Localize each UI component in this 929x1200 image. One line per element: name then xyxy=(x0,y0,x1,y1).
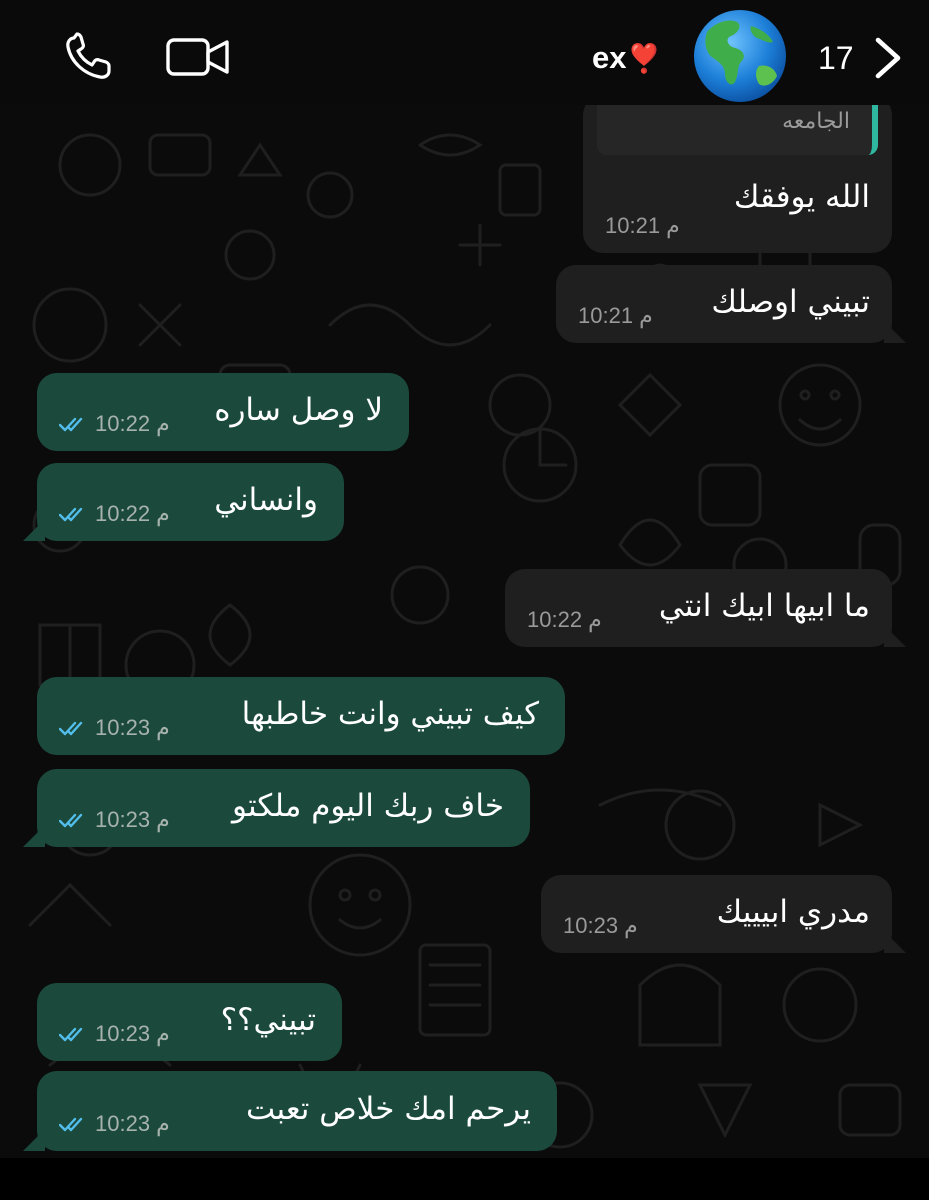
message-time: 10:22 م xyxy=(59,501,170,527)
double-check-icon xyxy=(59,1117,83,1132)
message-bubble-incoming[interactable]: ما ابيها ابيك انتي 10:22 م xyxy=(505,569,906,647)
message-bubble-outgoing[interactable]: يرحم امك خلاص تعبت 10:23 م xyxy=(23,1071,557,1151)
bubble-tail xyxy=(23,1129,45,1151)
message-text: وانساني xyxy=(214,482,318,519)
contact-name[interactable]: ex❣️ xyxy=(592,36,661,80)
double-check-icon xyxy=(59,1027,83,1042)
message-time: 10:22 م xyxy=(59,411,170,437)
double-check-icon xyxy=(59,813,83,828)
message-time: 10:23 م xyxy=(59,807,170,833)
bottom-bar xyxy=(0,1158,929,1200)
quoted-reply[interactable]: الجامعه xyxy=(597,105,878,155)
message-text: ما ابيها ابيك انتي xyxy=(658,588,870,625)
message-time: 10:23 م xyxy=(59,1021,170,1047)
phone-icon[interactable] xyxy=(62,32,118,82)
message-text: تبيني اوصلك xyxy=(711,284,870,321)
message-time: 10:21 م xyxy=(605,213,680,238)
double-check-icon xyxy=(59,721,83,736)
message-time: 10:21 م xyxy=(578,303,653,328)
message-bubble-outgoing[interactable]: خاف ربك اليوم ملكتو 10:23 م xyxy=(23,769,530,847)
message-time: 10:23 م xyxy=(59,715,170,741)
video-camera-icon[interactable] xyxy=(165,34,231,80)
bubble-tail xyxy=(884,321,906,343)
message-bubble-incoming[interactable]: تبيني اوصلك 10:21 م xyxy=(556,265,906,343)
heart-exclamation-emoji: ❣️ xyxy=(626,43,662,74)
bubble-tail xyxy=(884,931,906,953)
message-time: 10:23 م xyxy=(59,1111,170,1137)
message-time: 10:23 م xyxy=(563,913,638,938)
message-time: 10:22 م xyxy=(527,607,602,632)
message-bubble-outgoing[interactable]: لا وصل ساره 10:22 م xyxy=(37,373,409,451)
message-text: مدري ابيييك xyxy=(716,894,870,931)
chat-header: ex❣️ 17 xyxy=(0,0,929,105)
bubble-tail xyxy=(884,625,906,647)
double-check-icon xyxy=(59,417,83,432)
message-text: خاف ربك اليوم ملكتو xyxy=(231,788,504,825)
bubble-tail xyxy=(23,519,45,541)
message-bubble-incoming[interactable]: الجامعه الله يوفقك 10:21 م xyxy=(583,105,892,253)
message-bubble-outgoing[interactable]: كيف تبيني وانت خاطبها 10:23 م xyxy=(37,677,565,755)
double-check-icon xyxy=(59,507,83,522)
message-bubble-outgoing[interactable]: تبيني؟؟ 10:23 م xyxy=(37,983,342,1061)
message-text: كيف تبيني وانت خاطبها xyxy=(241,696,539,733)
message-text: الله يوفقك xyxy=(733,179,870,215)
chevron-right-icon[interactable] xyxy=(870,34,906,82)
quoted-text: الجامعه xyxy=(782,109,850,134)
globe-americas-icon[interactable] xyxy=(685,8,795,104)
message-bubble-outgoing[interactable]: وانساني 10:22 م xyxy=(23,463,344,541)
contact-name-text: ex xyxy=(592,40,627,75)
unread-count[interactable]: 17 xyxy=(818,36,854,80)
message-bubble-incoming[interactable]: مدري ابيييك 10:23 م xyxy=(541,875,906,953)
message-text: لا وصل ساره xyxy=(214,392,383,429)
bubble-tail xyxy=(23,825,45,847)
chat-area[interactable]: الجامعه الله يوفقك 10:21 م تبيني اوصلك 1… xyxy=(0,105,929,1158)
message-text: يرحم امك خلاص تعبت xyxy=(246,1091,531,1128)
message-text: تبيني؟؟ xyxy=(220,1002,316,1039)
